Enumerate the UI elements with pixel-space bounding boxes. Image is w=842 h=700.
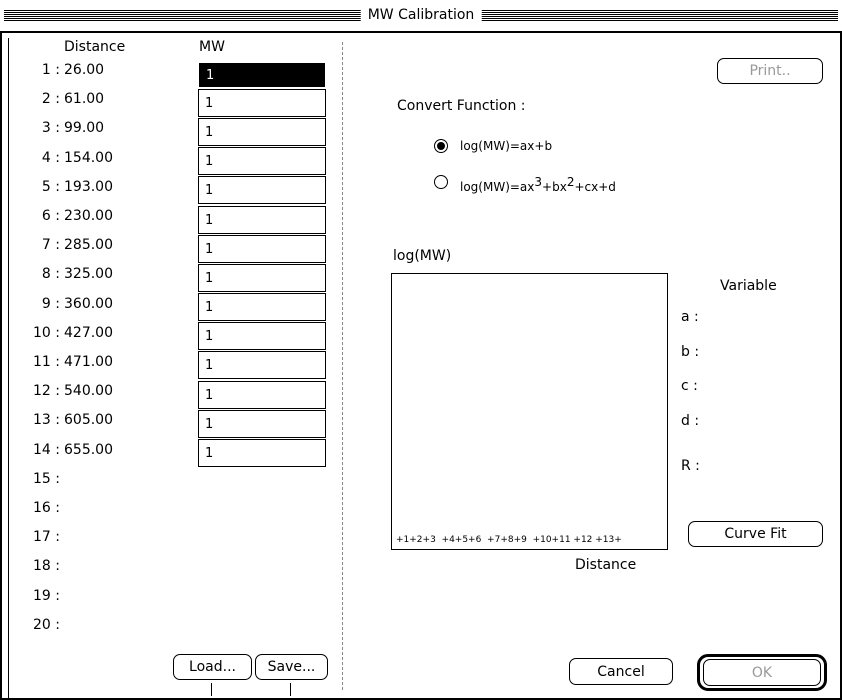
distance-column-header: Distance <box>64 39 126 55</box>
row-number: 8 : <box>41 266 60 282</box>
row-number: 2 : <box>41 91 60 107</box>
save-button[interactable]: Save... <box>255 654 328 680</box>
mw-input-cell[interactable] <box>198 293 326 321</box>
row-number: 15 : <box>33 471 60 487</box>
row-distance: 360.00 <box>64 296 113 312</box>
radio-selected-icon[interactable] <box>434 139 448 153</box>
row-number: 7 : <box>41 237 60 253</box>
row-number: 4 : <box>41 150 60 166</box>
mw-input-cell[interactable] <box>198 176 326 204</box>
radio-dot <box>437 142 445 150</box>
mw-input-cell[interactable] <box>198 410 326 438</box>
curve-fit-button[interactable]: Curve Fit <box>688 521 823 547</box>
load-button[interactable]: Load... <box>173 654 252 680</box>
convert-option-cubic[interactable]: log(MW)=ax3+bx2+cx+d <box>428 166 688 194</box>
row-distance: 61.00 <box>64 91 105 107</box>
convert-function-label: Convert Function : <box>397 98 526 114</box>
plot-x-ticks: +1+2+3 +4+5+6 +7+8+9 +10+11 +12 +13+ <box>396 535 622 545</box>
row-distance: 325.00 <box>64 266 113 282</box>
formula-linear: log(MW)=ax+b <box>460 139 553 153</box>
row-number: 18 : <box>33 558 60 574</box>
mw-column-header: MW <box>199 39 225 55</box>
row-distance: 540.00 <box>64 383 113 399</box>
mw-input-cell[interactable] <box>198 351 326 379</box>
print-button[interactable]: Print.. <box>717 58 823 84</box>
row-number: 19 : <box>33 588 60 604</box>
row-distance: 193.00 <box>64 179 113 195</box>
variable-heading: Variable <box>720 278 777 294</box>
row-number: 20 : <box>33 617 60 633</box>
row-number: 13 : <box>33 412 60 428</box>
row-number: 14 : <box>33 442 60 458</box>
row-number: 10 : <box>33 325 60 341</box>
panel-divider <box>342 42 343 690</box>
row-number: 9 : <box>41 296 60 312</box>
window-title: MW Calibration <box>360 5 482 25</box>
formula-cubic: log(MW)=ax3+bx2+cx+d <box>460 175 616 194</box>
variable-b-label: b : <box>681 344 700 360</box>
row-distance: 427.00 <box>64 325 113 341</box>
mw-input-cell[interactable] <box>198 381 326 409</box>
radio-unselected-icon[interactable] <box>434 175 448 189</box>
row-distance: 655.00 <box>64 442 113 458</box>
row-number: 11 : <box>33 354 60 370</box>
row-distance: 154.00 <box>64 150 113 166</box>
ok-button[interactable]: OK <box>703 659 821 686</box>
row-number: 17 : <box>33 529 60 545</box>
row-distance: 230.00 <box>64 208 113 224</box>
variable-d-label: d : <box>681 413 700 429</box>
row-distance: 26.00 <box>64 62 105 78</box>
row-number: 12 : <box>33 383 60 399</box>
mw-input-cell[interactable] <box>198 235 326 263</box>
mw-input-cell[interactable] <box>199 63 325 87</box>
mw-input-cell[interactable] <box>198 147 326 175</box>
title-bar[interactable]: MW Calibration <box>0 0 842 31</box>
row-distance: 285.00 <box>64 237 113 253</box>
save-button-tick <box>290 683 291 696</box>
row-distance: 471.00 <box>64 354 113 370</box>
plot-y-label: log(MW) <box>393 248 452 264</box>
calibration-plot <box>391 273 668 550</box>
mw-input-cell[interactable] <box>198 89 326 117</box>
mw-input-cell[interactable] <box>198 264 326 292</box>
mw-calibration-window: MW Calibration Distance MW 1 :26.002 :61… <box>0 0 842 700</box>
variable-r-label: R : <box>681 458 700 474</box>
plot-x-label: Distance <box>575 557 637 573</box>
mw-input-cell[interactable] <box>198 118 326 146</box>
convert-option-linear[interactable]: log(MW)=ax+b <box>428 135 688 157</box>
row-number: 16 : <box>33 500 60 516</box>
row-number: 5 : <box>41 179 60 195</box>
row-distance: 605.00 <box>64 412 113 428</box>
cancel-button[interactable]: Cancel <box>569 658 673 685</box>
row-number: 3 : <box>41 120 60 136</box>
mw-input-cell[interactable] <box>198 206 326 234</box>
row-number: 6 : <box>41 208 60 224</box>
mw-input-cell[interactable] <box>198 439 326 467</box>
row-number: 1 : <box>41 62 60 78</box>
row-distance: 99.00 <box>64 120 105 136</box>
mw-input-cell[interactable] <box>198 322 326 350</box>
variable-a-label: a : <box>681 309 699 325</box>
variable-c-label: c : <box>681 378 698 394</box>
load-button-tick <box>211 683 212 696</box>
